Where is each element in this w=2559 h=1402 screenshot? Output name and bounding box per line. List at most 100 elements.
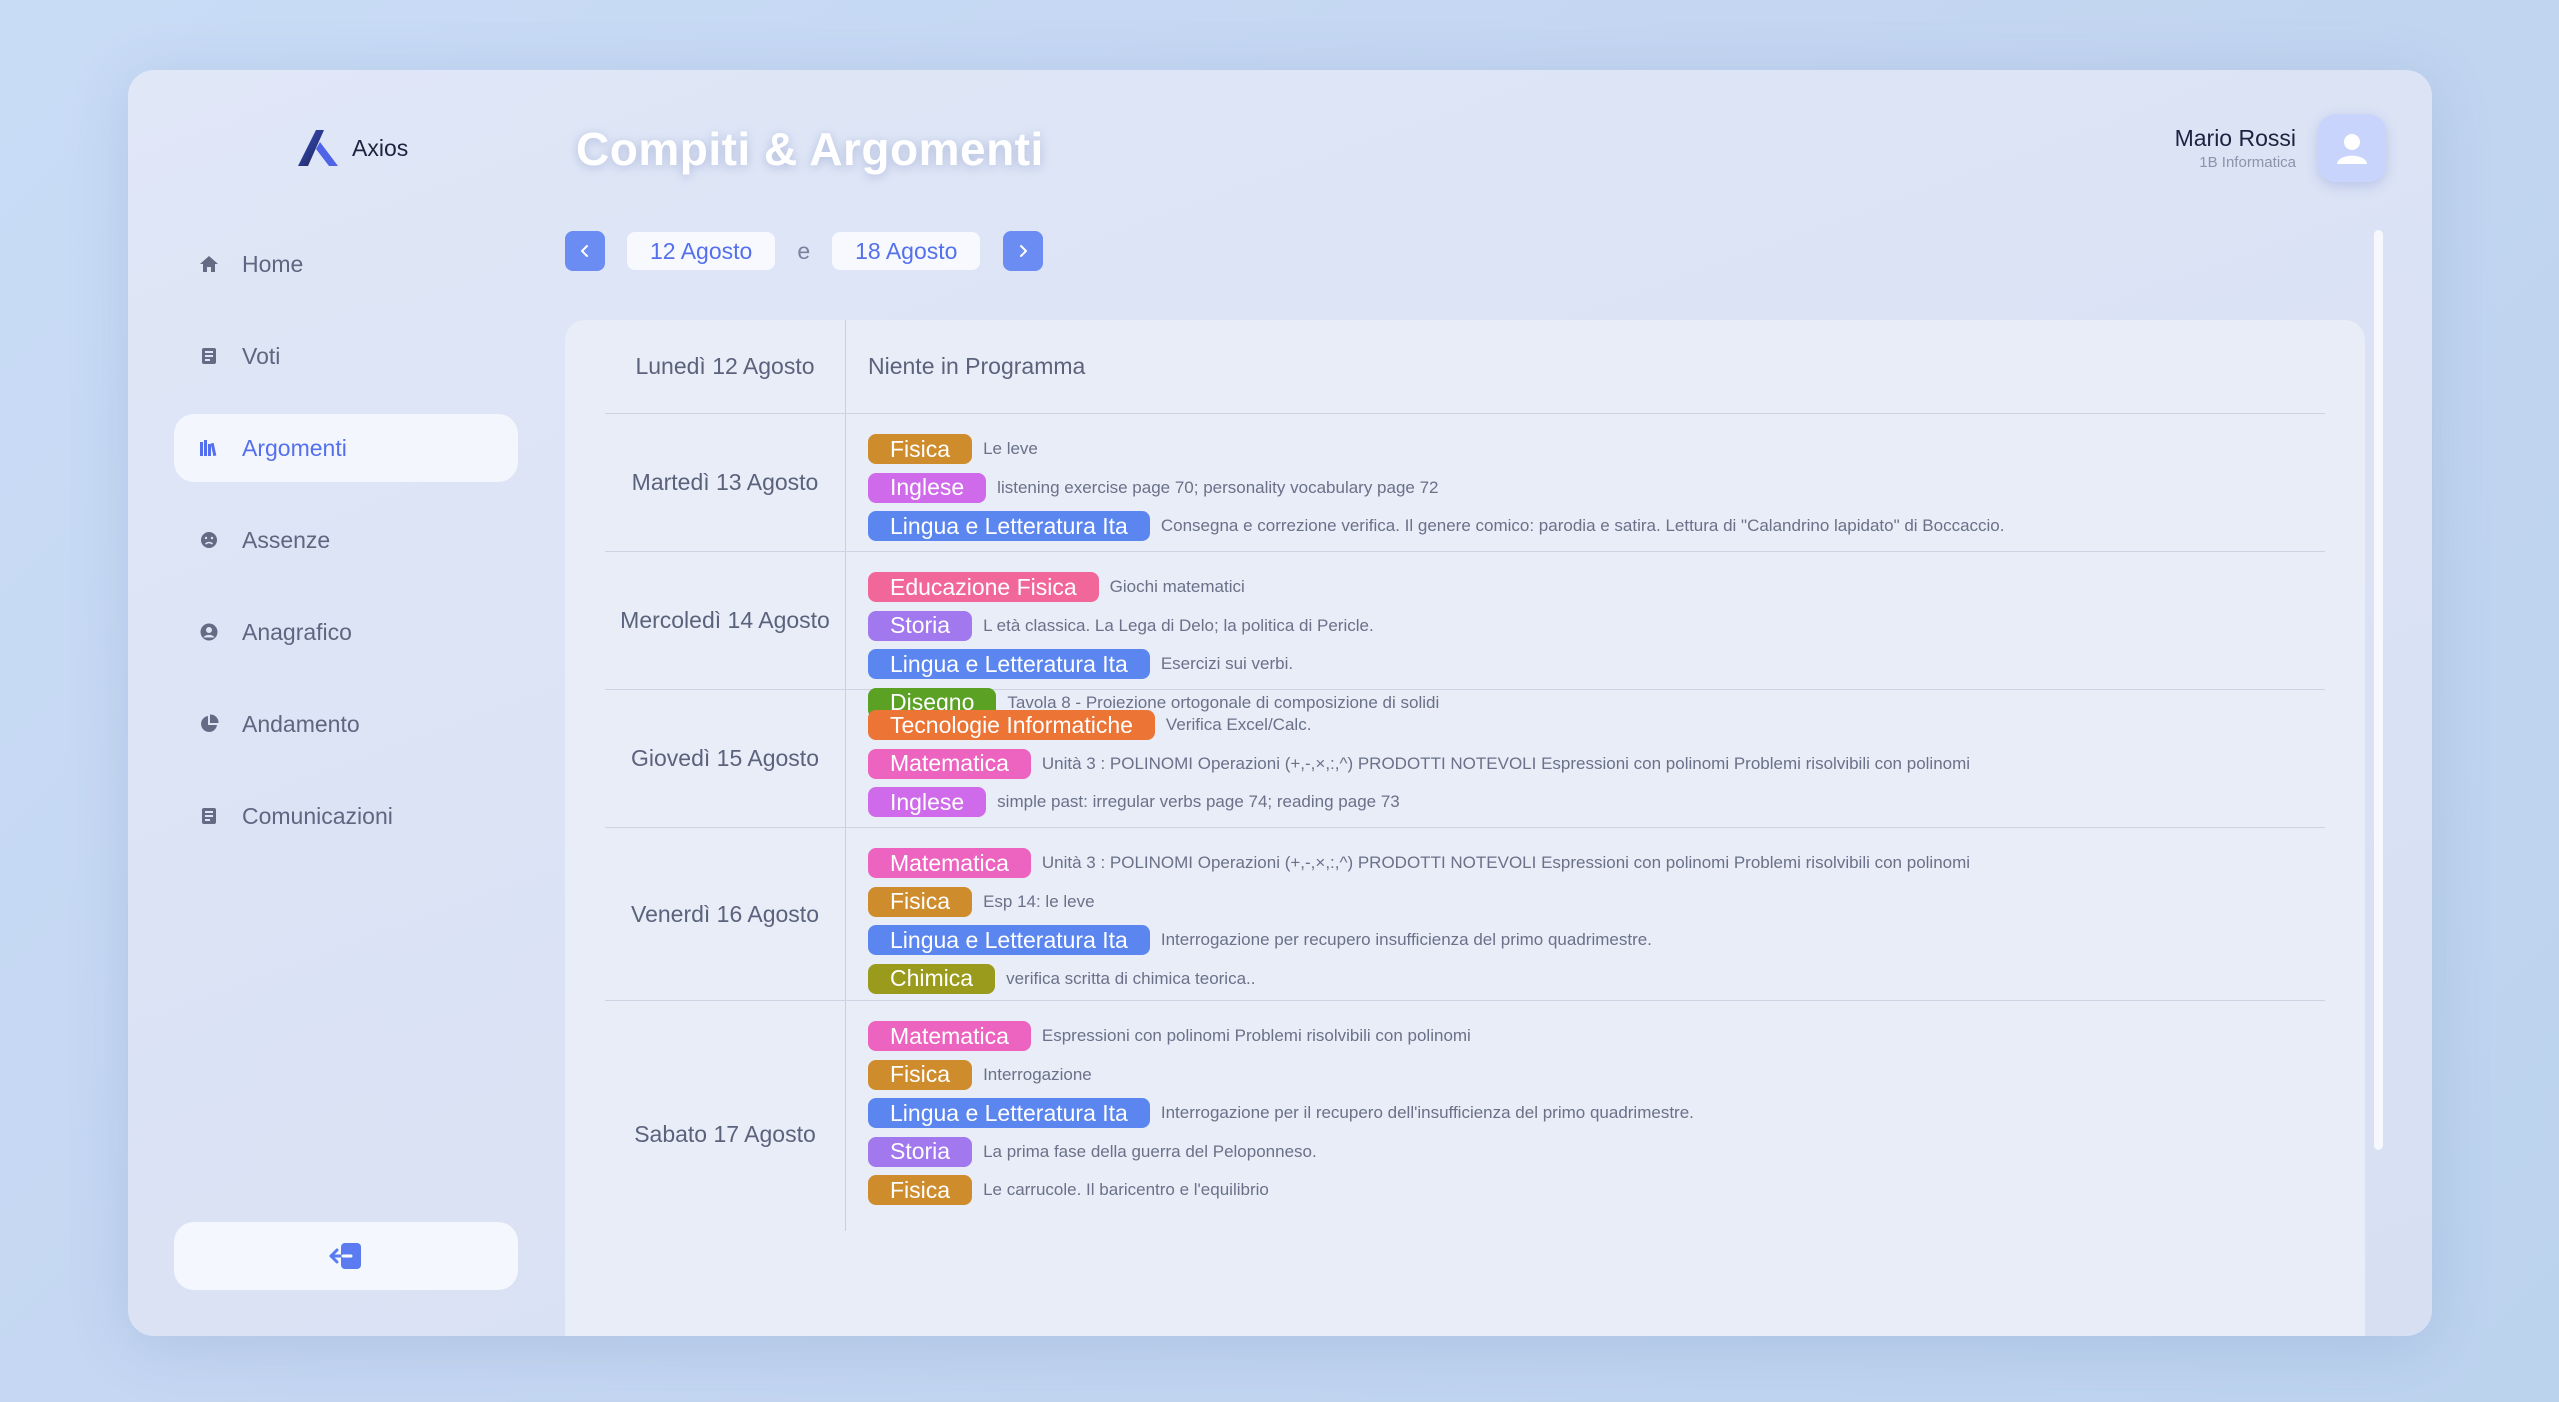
range-separator: e — [797, 237, 811, 264]
subject-badge: Lingua e Letteratura Ita — [868, 925, 1150, 956]
book-icon — [198, 345, 220, 367]
subject-badge: Chimica — [868, 963, 996, 994]
sidebar-item-home[interactable]: Home — [174, 230, 518, 298]
day-row: Mercoledì 14 Agosto Educazione Fisica Gioc… — [605, 552, 2325, 718]
next-week-button[interactable] — [1003, 231, 1044, 271]
scrollbar[interactable] — [2374, 230, 2383, 1150]
topic-item: Lingua e Letteratura Ita Interrogazione p… — [868, 1094, 2325, 1133]
date-to[interactable]: 18 Agosto — [832, 232, 981, 270]
user-profile[interactable]: Mario Rossi 1B Informatica — [2175, 114, 2386, 182]
topic-description: listening exercise page 70; personality … — [997, 477, 1439, 497]
document-icon — [198, 805, 220, 827]
user-class: 1B Informatica — [2199, 154, 2296, 171]
user-circle-icon — [198, 621, 220, 643]
axios-logo-icon — [298, 130, 338, 166]
topic-item: Educazione Fisica Giochi matematici — [868, 568, 2325, 607]
topic-item: Fisica Le carrucole. Il baricentro e l'eq… — [868, 1171, 2325, 1210]
date-from[interactable]: 12 Agosto — [627, 232, 776, 270]
logout-icon — [329, 1243, 361, 1269]
subject-badge: Matematica — [868, 848, 1031, 879]
topic-item: Matematica Unità 3 : POLINOMI Operazioni … — [868, 745, 2325, 784]
day-row: Martedì 13 Agosto Fisica Le leve Inglese lis… — [605, 414, 2325, 552]
subject-badge: Matematica — [868, 1021, 1031, 1052]
day-row: Lunedì 12 Agosto Niente in Programma — [605, 320, 2325, 414]
topic-description: Giochi matematici — [1109, 577, 1245, 597]
day-row: Giovedì 15 Agosto Tecnologie Informatiche… — [605, 690, 2325, 828]
topic-description: Espressioni con polinomi Problemi risolv… — [1041, 1026, 1471, 1046]
topic-description: Interrogazione per il recupero dell'insu… — [1160, 1103, 1694, 1123]
topic-description: Le leve — [983, 439, 1038, 459]
topic-item: Chimica verifica scritta di chimica teori… — [868, 960, 2325, 999]
day-label: Giovedì 15 Agosto — [605, 690, 846, 827]
schedule-table: Lunedì 12 Agosto Niente in Programma Marte… — [565, 320, 2365, 1336]
subject-badge: Matematica — [868, 748, 1031, 779]
topic-description: verifica scritta di chimica teorica.. — [1006, 968, 1256, 988]
subject-badge: Lingua e Letteratura Ita — [868, 1098, 1150, 1129]
subject-badge: Lingua e Letteratura Ita — [868, 649, 1150, 680]
day-label: Lunedì 12 Agosto — [605, 320, 846, 413]
topic-item: Matematica Unità 3 : POLINOMI Operazioni … — [868, 844, 2325, 883]
topic-item: Lingua e Letteratura Ita Consegna e corre… — [868, 507, 2325, 546]
subject-badge: Tecnologie Informatiche — [868, 710, 1155, 741]
user-name: Mario Rossi — [2174, 125, 2296, 151]
sidebar-item-label: Comunicazioni — [242, 802, 393, 829]
subject-badge: Fisica — [868, 1175, 973, 1206]
topic-item: Lingua e Letteratura Ita Esercizi sui ver… — [868, 645, 2325, 684]
topic-description: Interrogazione — [983, 1064, 1092, 1084]
topic-item: Fisica Interrogazione — [868, 1056, 2325, 1095]
subject-badge: Lingua e Letteratura Ita — [868, 511, 1150, 542]
topic-description: Esp 14: le leve — [983, 891, 1095, 911]
empty-day-text: Niente in Programma — [868, 353, 1086, 379]
chevron-left-icon — [581, 245, 588, 257]
topic-description: Esercizi sui verbi. — [1160, 654, 1294, 674]
sidebar-item-label: Argomenti — [242, 434, 347, 461]
avatar[interactable] — [2318, 114, 2386, 182]
topic-item: Storia L età classica. La Lega di Delo; l… — [868, 607, 2325, 646]
topic-description: Verifica Excel/Calc. — [1165, 715, 1312, 735]
page-title: Compiti & Argomenti — [576, 123, 1044, 175]
topic-item: Fisica Le leve — [868, 430, 2325, 469]
topic-item: Inglese listening exercise page 70; perso… — [868, 469, 2325, 508]
topic-item: Matematica Espressioni con polinomi Probl… — [868, 1017, 2325, 1056]
topic-item: Fisica Esp 14: le leve — [868, 883, 2325, 922]
subject-badge: Storia — [868, 1136, 973, 1167]
topic-description: Interrogazione per recupero insufficienz… — [1160, 930, 1652, 950]
topic-description: L età classica. La Lega di Delo; la poli… — [983, 615, 1374, 635]
topic-description: La prima fase della guerra del Peloponne… — [983, 1141, 1317, 1161]
sidebar-item-andamento[interactable]: Andamento — [174, 690, 518, 758]
topic-description: Consegna e correzione verifica. Il gener… — [1160, 516, 2005, 536]
sidebar-item-label: Home — [242, 250, 304, 277]
sidebar-item-voti[interactable]: Voti — [174, 322, 518, 390]
sidebar-item-label: Andamento — [242, 710, 360, 737]
topic-item: Lingua e Letteratura Ita Interrogazione p… — [868, 921, 2325, 960]
logout-button[interactable] — [174, 1222, 518, 1290]
sidebar-item-label: Voti — [242, 342, 281, 369]
sidebar-nav: Home Voti Argomenti Assenze Anagrafico Andame… — [174, 230, 518, 874]
brand[interactable]: Axios — [296, 128, 408, 168]
sidebar-item-comunicazioni[interactable]: Comunicazioni — [174, 782, 518, 850]
sidebar-item-anagrafico[interactable]: Anagrafico — [174, 598, 518, 666]
app-name: Axios — [352, 134, 409, 161]
subject-badge: Fisica — [868, 886, 973, 917]
subject-badge: Inglese — [868, 787, 987, 818]
topic-item: Storia La prima fase della guerra del Pel… — [868, 1133, 2325, 1172]
sidebar-item-assenze[interactable]: Assenze — [174, 506, 518, 574]
day-label: Martedì 13 Agosto — [605, 414, 846, 551]
home-icon — [198, 253, 220, 275]
sidebar-item-argomenti[interactable]: Argomenti — [174, 414, 518, 482]
previous-week-button[interactable] — [565, 231, 605, 271]
topic-description: Le carrucole. Il baricentro e l'equilibr… — [983, 1180, 1269, 1200]
face-icon — [198, 529, 220, 551]
subject-badge: Fisica — [868, 434, 973, 465]
topic-description: simple past: irregular verbs page 74; re… — [997, 792, 1400, 812]
topic-item: Tecnologie Informatiche Verifica Excel/Ca… — [868, 706, 2325, 745]
pie-chart-icon — [198, 713, 220, 735]
subject-badge: Inglese — [868, 472, 987, 503]
sidebar-item-label: Assenze — [242, 526, 331, 553]
user-icon — [2337, 134, 2367, 164]
subject-badge: Storia — [868, 610, 973, 641]
date-range: 12 Agosto e 18 Agosto — [565, 231, 1044, 271]
day-label: Venerdì 16 Agosto — [605, 828, 846, 1000]
day-label: Mercoledì 14 Agosto — [605, 552, 846, 689]
subject-badge: Educazione Fisica — [868, 572, 1099, 603]
